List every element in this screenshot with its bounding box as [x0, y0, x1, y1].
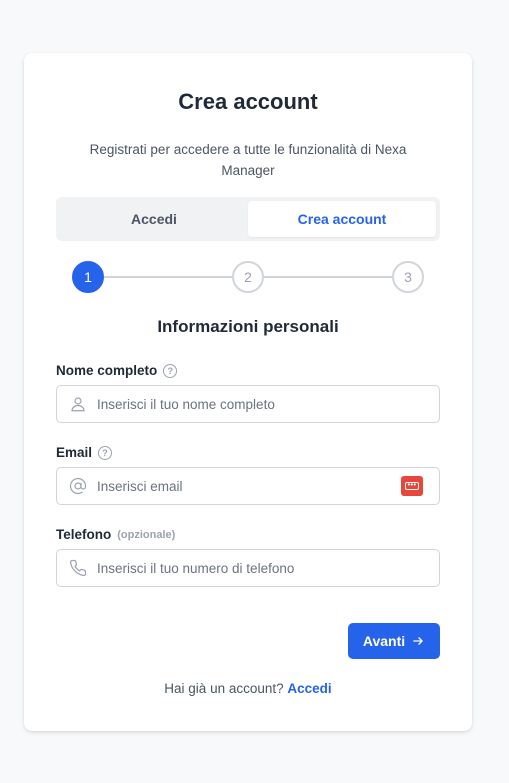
phone-icon: [69, 559, 87, 577]
page-subtitle: Registrati per accedere a tutte le funzi…: [89, 142, 407, 178]
tab-login[interactable]: Accedi: [60, 201, 248, 237]
section-title: Informazioni personali: [157, 317, 339, 336]
help-icon[interactable]: ?: [98, 445, 113, 460]
next-button-label: Avanti: [362, 633, 406, 649]
tab-register[interactable]: Crea account: [248, 201, 436, 237]
step-3: 3: [392, 261, 424, 293]
auth-tabs: Accedi Crea account: [56, 197, 440, 241]
step-1: 1: [72, 261, 104, 293]
step-2: 2: [232, 261, 264, 293]
page-title: Crea account: [178, 89, 318, 114]
arrow-right-icon: [413, 637, 424, 645]
email-input[interactable]: [97, 468, 397, 504]
email-label: Email ?: [56, 445, 113, 460]
password-manager-icon[interactable]: •••: [401, 476, 423, 496]
at-sign-icon: [69, 477, 87, 495]
phone-input[interactable]: [97, 550, 397, 586]
next-button[interactable]: Avanti: [348, 623, 440, 659]
name-label-text: Nome completo: [56, 363, 158, 378]
login-link[interactable]: Accedi: [287, 681, 331, 696]
phone-label-text: Telefono: [56, 527, 112, 542]
phone-field[interactable]: [56, 549, 440, 587]
email-label-text: Email: [56, 445, 93, 460]
optional-hint: (opzionale): [117, 528, 176, 541]
progress-stepper: 1 2 3: [72, 261, 424, 293]
login-prompt-text: Hai già un account?: [164, 681, 284, 696]
name-field[interactable]: [56, 385, 440, 423]
user-icon: [71, 397, 85, 412]
step-connector: [104, 276, 232, 278]
step-connector: [264, 276, 392, 278]
name-input[interactable]: [97, 386, 397, 422]
signup-card: Crea account Registrati per accedere a t…: [24, 53, 472, 731]
login-prompt: Hai già un account? Accedi: [24, 681, 472, 696]
name-label: Nome completo ?: [56, 363, 178, 378]
phone-label: Telefono (opzionale): [56, 527, 175, 542]
email-field[interactable]: •••: [56, 467, 440, 505]
help-icon[interactable]: ?: [163, 363, 178, 378]
